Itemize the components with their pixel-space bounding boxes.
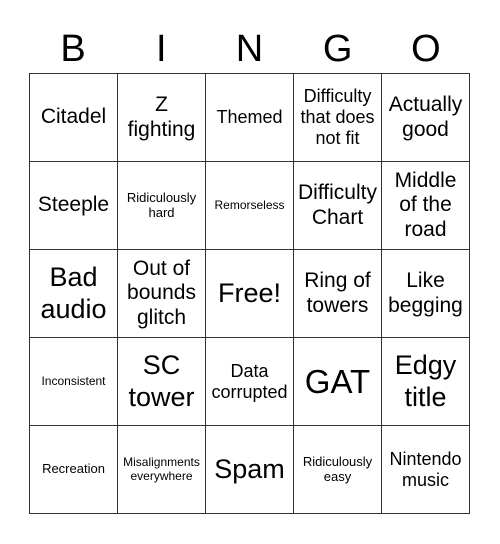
bingo-cell[interactable]: Citadel	[30, 74, 118, 162]
bingo-cell[interactable]: Actually good	[382, 74, 470, 162]
bingo-cell[interactable]: Spam	[206, 426, 294, 514]
header-letter-g: G	[322, 28, 353, 70]
bingo-cell[interactable]: Difficulty that does not fit	[294, 74, 382, 162]
header-letter-n: N	[235, 28, 264, 70]
bingo-cell[interactable]: Like begging	[382, 250, 470, 338]
bingo-cell[interactable]: Ring of towers	[294, 250, 382, 338]
header-letter-i: I	[156, 28, 167, 70]
bingo-cell[interactable]: Inconsistent	[30, 338, 118, 426]
bingo-cell[interactable]: Themed	[206, 74, 294, 162]
bingo-cell[interactable]: Recreation	[30, 426, 118, 514]
bingo-cell[interactable]: Ridiculously hard	[118, 162, 206, 250]
bingo-grid: Citadel Z fighting Themed Difficulty tha…	[29, 73, 470, 514]
free-space-cell[interactable]: Free!	[206, 250, 294, 338]
bingo-header: B I N G O	[29, 24, 470, 74]
bingo-cell[interactable]: Bad audio	[30, 250, 118, 338]
bingo-cell[interactable]: Out of bounds glitch	[118, 250, 206, 338]
bingo-cell[interactable]: SC tower	[118, 338, 206, 426]
bingo-cell[interactable]: Difficulty Chart	[294, 162, 382, 250]
bingo-cell[interactable]: Data corrupted	[206, 338, 294, 426]
header-letter-b: B	[60, 28, 86, 70]
bingo-cell[interactable]: Misalignments everywhere	[118, 426, 206, 514]
bingo-cell[interactable]: Edgy title	[382, 338, 470, 426]
bingo-cell[interactable]: Ridiculously easy	[294, 426, 382, 514]
bingo-cell[interactable]: Z fighting	[118, 74, 206, 162]
bingo-cell[interactable]: GAT	[294, 338, 382, 426]
bingo-cell[interactable]: Nintendo music	[382, 426, 470, 514]
bingo-cell[interactable]: Steeple	[30, 162, 118, 250]
header-letter-o: O	[411, 28, 441, 70]
bingo-cell[interactable]: Middle of the road	[382, 162, 470, 250]
bingo-cell[interactable]: Remorseless	[206, 162, 294, 250]
